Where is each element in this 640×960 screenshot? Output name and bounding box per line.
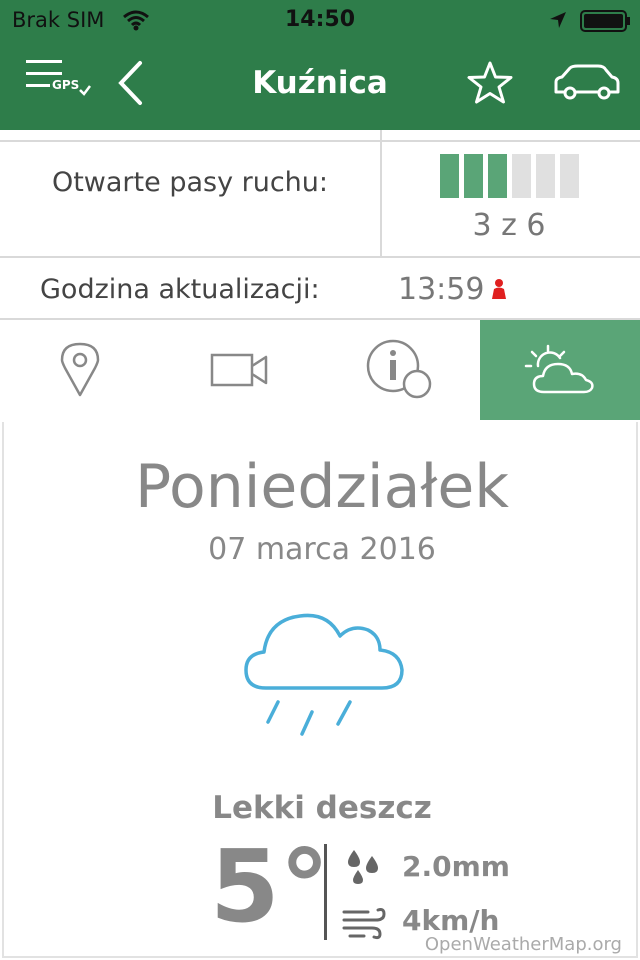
lane-closed-bar — [536, 154, 555, 198]
battery-icon — [580, 10, 632, 36]
page-title: Kuźnica — [252, 65, 388, 101]
weather-day: Poniedziałek — [134, 452, 510, 522]
data-source-credit[interactable]: OpenWeatherMap.org — [425, 934, 622, 955]
tab-bar — [0, 320, 640, 420]
navigation-bar: GPS Kuźnica — [0, 40, 640, 130]
tab-weather[interactable] — [480, 320, 640, 420]
weather-partly-cloudy-icon — [524, 344, 594, 394]
divider — [0, 140, 640, 142]
lane-open-bar — [440, 154, 459, 198]
weather-panel: Poniedziałek 07 marca 2016 Lekki deszcz … — [2, 422, 638, 958]
update-time-value: 13:59 — [398, 272, 485, 307]
divider — [324, 844, 327, 940]
favorite-button[interactable] — [466, 60, 514, 110]
update-time-row: Godzina aktualizacji: 13:59 — [0, 258, 640, 320]
location-arrow-icon — [548, 10, 568, 34]
tab-info[interactable] — [320, 320, 480, 420]
wind-icon — [342, 906, 388, 944]
tab-location[interactable] — [0, 320, 160, 420]
lane-closed-bar — [512, 154, 531, 198]
rain-cloud-icon — [242, 598, 406, 744]
wind-value: 4km/h — [402, 904, 500, 937]
open-lanes-count: 3 z 6 — [472, 208, 546, 243]
divider — [380, 130, 382, 258]
video-camera-icon — [210, 353, 268, 387]
lane-indicator — [440, 154, 579, 198]
car-icon — [554, 64, 620, 100]
raindrops-icon — [344, 848, 384, 890]
person-alert-icon — [490, 278, 508, 304]
info-icon — [366, 339, 432, 399]
map-pin-icon — [60, 342, 100, 397]
weather-description: Lekki deszcz — [212, 790, 432, 826]
update-time-label: Godzina aktualizacji: — [40, 274, 320, 305]
lane-open-bar — [488, 154, 507, 198]
status-bar: Brak SIM 14:50 — [0, 0, 640, 40]
lane-closed-bar — [560, 154, 579, 198]
clock: 14:50 — [284, 7, 356, 32]
precipitation-value: 2.0mm — [402, 850, 510, 883]
tab-camera[interactable] — [160, 320, 320, 420]
weather-date: 07 marca 2016 — [208, 532, 436, 567]
open-lanes-label: Otwarte pasy ruchu: — [51, 167, 329, 198]
open-lanes-row: Otwarte pasy ruchu: 3 z 6 — [0, 130, 640, 258]
star-icon — [467, 61, 513, 104]
vehicle-button[interactable] — [552, 62, 620, 106]
temperature: 5° — [210, 828, 330, 945]
lane-open-bar — [464, 154, 483, 198]
